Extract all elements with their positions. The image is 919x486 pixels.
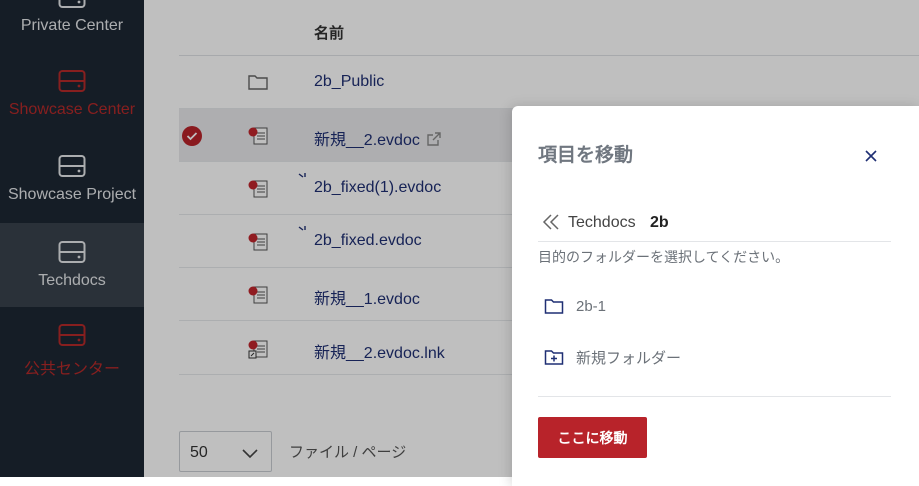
breadcrumb-parent[interactable]: Techdocs	[568, 214, 636, 232]
double-chevron-left-icon[interactable]	[542, 213, 560, 231]
breadcrumb-current: 2b	[650, 214, 669, 231]
target-folder-label: 2b-1	[576, 297, 607, 315]
move-here-button[interactable]: ここに移動	[538, 417, 647, 458]
new-folder-label: 新規フォルダー	[576, 349, 682, 367]
target-folder-item[interactable]: 2b-1	[544, 294, 606, 318]
folder-icon	[544, 299, 564, 314]
move-item-dialog: 項目を移動 Techdocs 2b 目的のフォルダーを選択してください。 2b-…	[512, 106, 919, 486]
new-folder-icon	[544, 350, 564, 365]
breadcrumb: Techdocs 2b	[538, 211, 891, 242]
divider	[538, 396, 891, 397]
dialog-hint: 目的のフォルダーを選択してください。	[538, 249, 790, 265]
close-icon[interactable]	[863, 148, 879, 164]
new-folder-item[interactable]: 新規フォルダー	[544, 345, 681, 369]
dialog-title: 項目を移動	[538, 145, 634, 166]
